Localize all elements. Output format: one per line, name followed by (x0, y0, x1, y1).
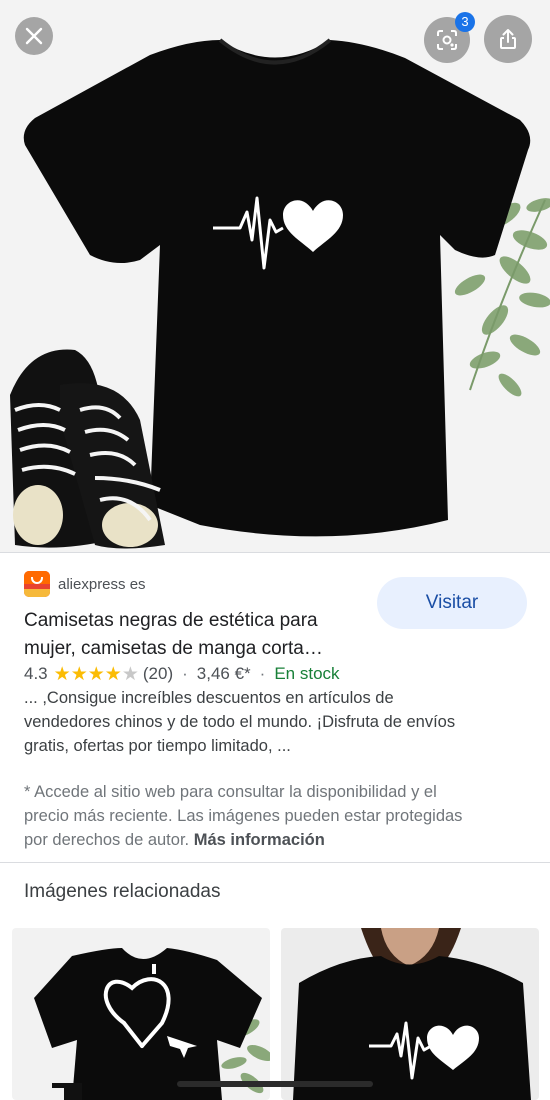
snippet-line: vendedores chinos y de todo el mundo. ¡D… (24, 713, 456, 731)
related-tshirt-photo (34, 948, 270, 1100)
disclaimer-text: por derechos de autor. (24, 831, 190, 849)
related-image[interactable] (12, 928, 270, 1100)
star-icon: ★ (70, 663, 88, 685)
disclaimer-line: precio más reciente. Las imágenes pueden… (24, 807, 463, 825)
divider (0, 552, 550, 553)
star-icon: ★ (104, 663, 122, 685)
source-row[interactable]: aliexpress es (24, 571, 146, 597)
separator-dot: · (259, 664, 266, 683)
close-button[interactable] (15, 17, 53, 55)
lens-icon (437, 30, 457, 50)
review-count: (20) (142, 664, 174, 683)
result-title-line: mujer, camisetas de manga corta… (24, 638, 323, 659)
aliexpress-logo-icon (24, 571, 50, 597)
visit-button[interactable]: Visitar (377, 577, 527, 629)
separator-dot: · (182, 664, 188, 683)
lens-count-badge: 3 (455, 12, 475, 32)
snippet-line: ... ,Consigue increíbles descuentos en a… (24, 689, 394, 707)
related-tshirt-photo (293, 928, 531, 1100)
product-image[interactable]: 3 (0, 0, 550, 552)
rating-value: 4.3 (24, 664, 48, 683)
share-icon (500, 29, 516, 49)
divider (0, 862, 550, 863)
result-meta: 4.3 ★ ★ ★ ★ ★ (20) · 3,46 €* · En stock (24, 664, 340, 684)
result-snippet: ... ,Consigue increíbles descuentos en a… (24, 686, 524, 758)
stock-status: En stock (274, 664, 340, 683)
more-info-link[interactable]: Más información (194, 831, 325, 849)
snippet-line: gratis, ofertas por tiempo limitado, ... (24, 737, 291, 755)
star-icon: ★ (53, 663, 71, 685)
tshirt-photo (10, 38, 550, 549)
copyright-disclaimer: * Accede al sitio web para consultar la … (24, 780, 534, 852)
home-indicator[interactable] (177, 1081, 373, 1087)
share-button[interactable] (484, 15, 532, 63)
disclaimer-line: * Accede al sitio web para consultar la … (24, 783, 437, 801)
related-image[interactable] (281, 928, 539, 1100)
price: 3,46 €* (196, 664, 251, 683)
related-images-heading: Imágenes relacionadas (24, 881, 221, 902)
star-icon: ★ (87, 663, 105, 685)
result-title[interactable]: Camisetas negras de estética para mujer,… (24, 607, 374, 663)
source-name: aliexpress es (58, 575, 146, 593)
result-title-line: Camisetas negras de estética para (24, 610, 318, 631)
star-empty-icon: ★ (121, 663, 139, 685)
close-icon (25, 27, 43, 45)
disclaimer-line: por derechos de autor. Más información (24, 828, 534, 852)
rating-stars: ★ ★ ★ ★ ★ (54, 665, 139, 684)
